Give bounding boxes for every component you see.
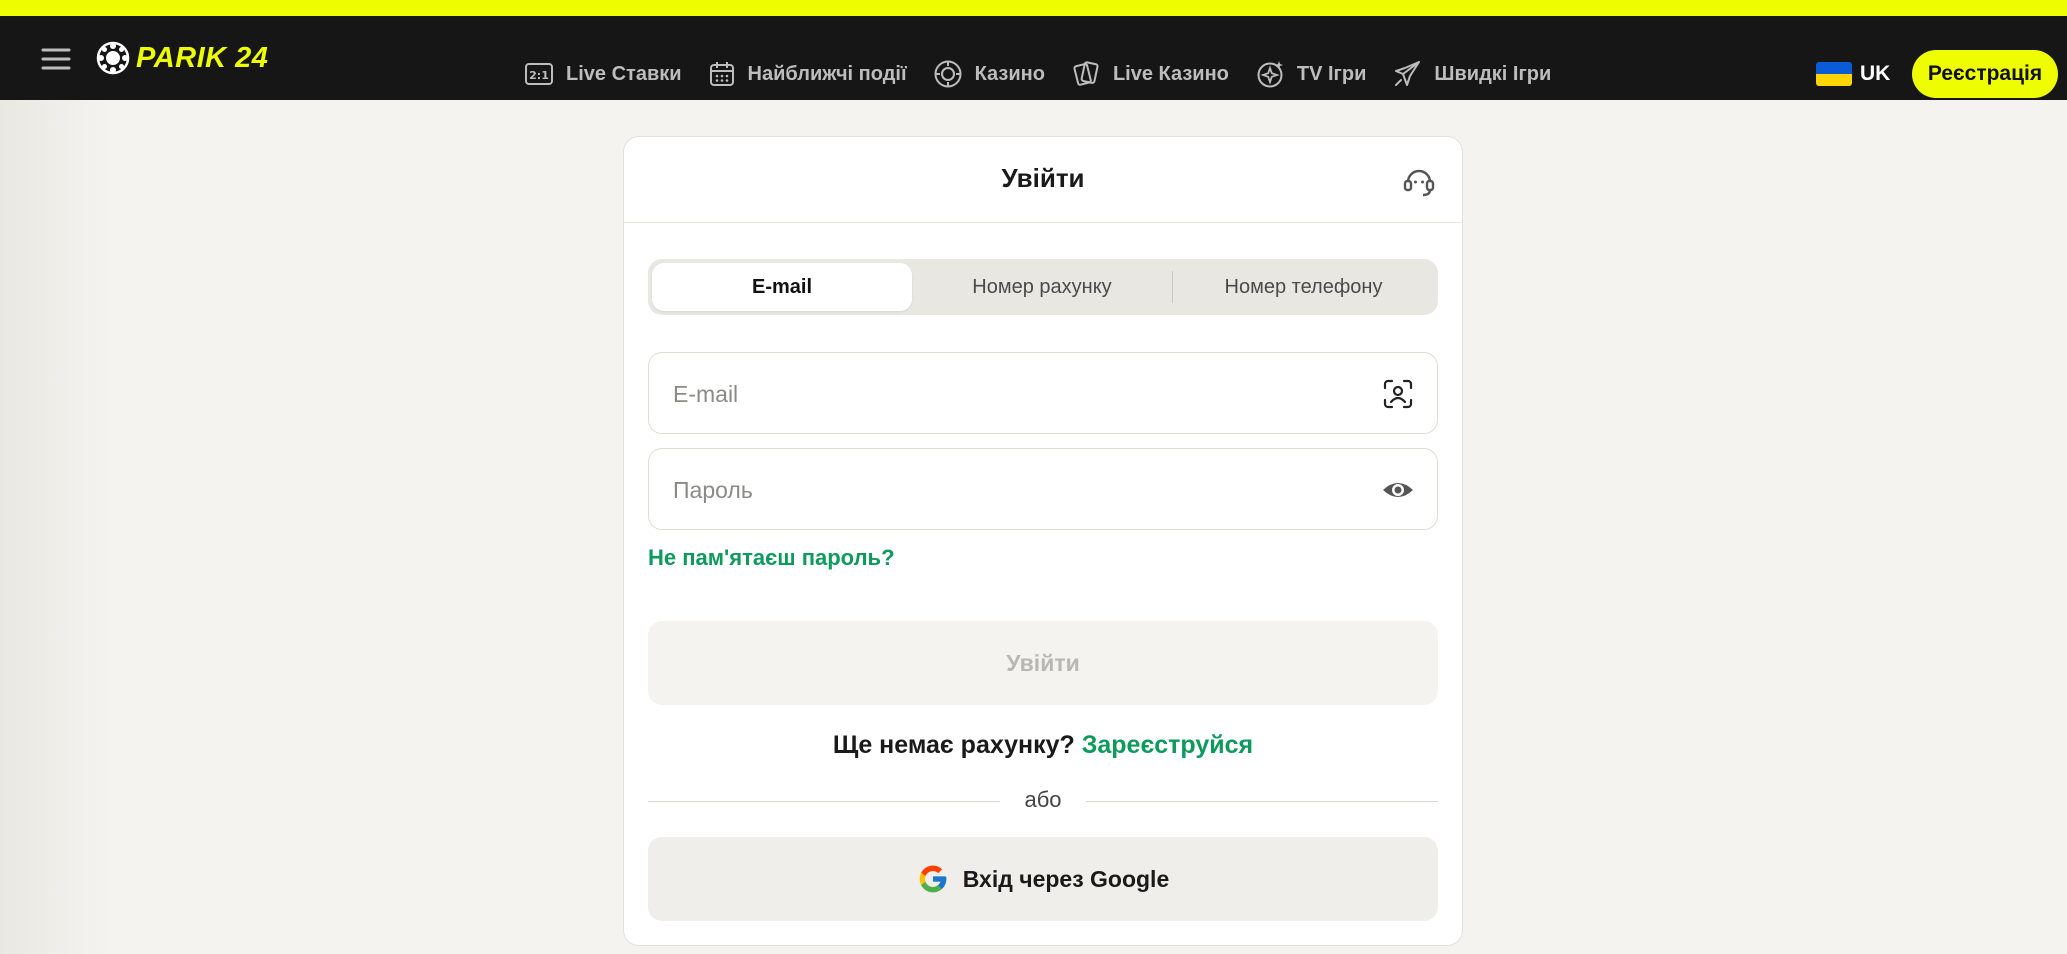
login-card: Увійти E-mail Номер рахунку Номер телефо… xyxy=(623,136,1463,946)
svg-text:2:1: 2:1 xyxy=(529,69,549,82)
nav-item-label: Швидкі Ігри xyxy=(1434,62,1552,85)
register-button[interactable]: Реєстрація xyxy=(1912,50,2058,98)
sparkle-icon xyxy=(1257,61,1283,88)
tab-email[interactable]: E-mail xyxy=(652,263,912,311)
google-login-label: Вхід через Google xyxy=(962,865,1170,892)
password-field xyxy=(648,448,1438,531)
google-icon xyxy=(919,865,947,893)
face-id-icon[interactable] xyxy=(1381,377,1415,411)
or-text: або xyxy=(1024,787,1062,812)
email-input[interactable] xyxy=(671,353,1355,435)
language-selector[interactable]: UK xyxy=(1816,62,1890,86)
nav-item-label: TV Ігри xyxy=(1296,62,1367,85)
top-navbar: PARIK 24 2:1 Live Ставки Найближчі події… xyxy=(0,16,2067,100)
brand-logo[interactable]: PARIK 24 xyxy=(96,39,268,77)
or-line-right xyxy=(1086,801,1438,802)
tab-account-number[interactable]: Номер рахунку xyxy=(912,263,1172,311)
nav-item-label: Казино xyxy=(974,62,1045,85)
no-account-row: Ще немає рахунку? Зареєструйся xyxy=(624,731,1462,760)
language-code: UK xyxy=(1860,62,1891,85)
login-submit-button[interactable]: Увійти xyxy=(648,621,1438,705)
main-nav: 2:1 Live Ставки Найближчі події Казино L… xyxy=(524,32,1577,116)
nav-item-live-casino[interactable]: Live Казино xyxy=(1071,59,1229,89)
tab-phone-number[interactable]: Номер телефону xyxy=(1173,263,1434,311)
login-method-tabs: E-mail Номер рахунку Номер телефону xyxy=(648,259,1438,315)
ukraine-flag-icon xyxy=(1816,62,1852,86)
support-headset-icon[interactable] xyxy=(1401,163,1437,199)
calendar-icon xyxy=(709,62,734,86)
nav-item-label: Live Казино xyxy=(1112,62,1229,85)
cards-icon xyxy=(1073,61,1099,86)
live-bets-icon: 2:1 xyxy=(525,63,553,85)
nav-item-upcoming-events[interactable]: Найближчі події xyxy=(708,60,907,88)
logo-chip-icon xyxy=(96,41,130,75)
google-login-button[interactable]: Вхід через Google xyxy=(648,837,1438,921)
nav-item-label: Live Ставки xyxy=(566,62,682,85)
or-divider: або xyxy=(648,787,1438,817)
logo-text: PARIK 24 xyxy=(136,41,269,74)
password-input[interactable] xyxy=(671,449,1355,531)
casino-chip-icon xyxy=(934,60,962,88)
forgot-password-link[interactable]: Не пам'ятаєш пароль? xyxy=(648,545,895,571)
login-title: Увійти xyxy=(1001,163,1085,193)
login-card-header: Увійти xyxy=(624,137,1462,223)
nav-item-fast-games[interactable]: Швидкі Ігри xyxy=(1392,59,1551,89)
register-link[interactable]: Зареєструйся xyxy=(1082,731,1253,759)
top-accent-strip xyxy=(0,0,2067,16)
nav-item-tv-games[interactable]: TV Ігри xyxy=(1255,59,1367,89)
nav-item-label: Найближчі події xyxy=(747,62,907,85)
hamburger-menu-icon[interactable] xyxy=(38,42,74,76)
nav-item-live-bets[interactable]: 2:1 Live Ставки xyxy=(524,61,682,87)
eye-icon[interactable] xyxy=(1381,473,1415,507)
rocket-icon xyxy=(1395,61,1421,86)
email-field xyxy=(648,352,1438,435)
page-side-shade xyxy=(0,100,110,954)
no-account-text: Ще немає рахунку? xyxy=(832,731,1075,759)
nav-item-casino[interactable]: Казино xyxy=(933,59,1045,89)
